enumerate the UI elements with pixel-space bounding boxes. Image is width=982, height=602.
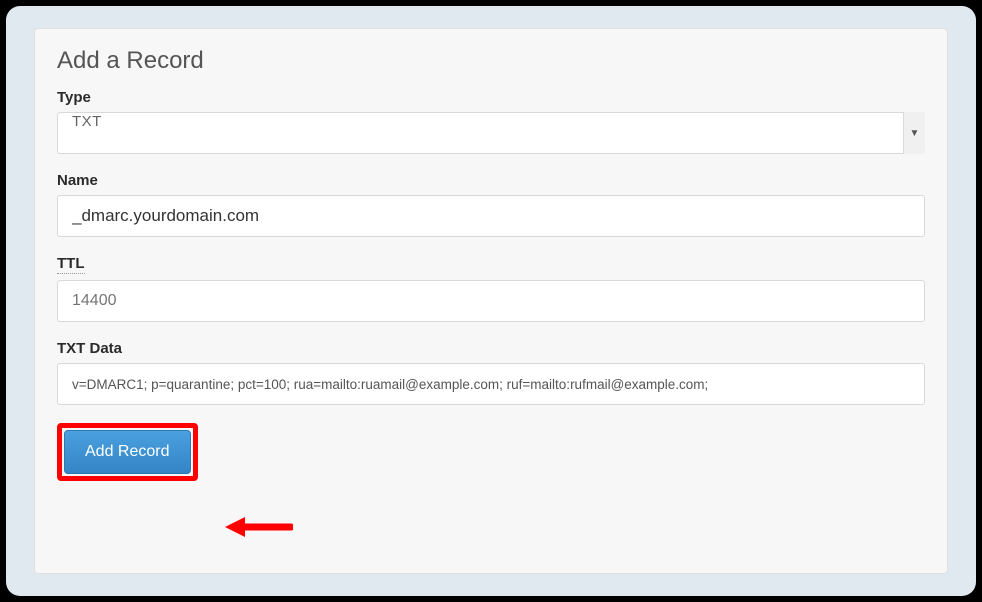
txtdata-input[interactable] [57, 363, 925, 405]
name-label: Name [57, 172, 925, 189]
arrow-icon [225, 515, 293, 539]
panel-title: Add a Record [57, 47, 925, 75]
txtdata-label: TXT Data [57, 340, 925, 357]
field-type: Type TXT ▼ [57, 89, 925, 154]
ttl-input[interactable] [57, 280, 925, 322]
name-input[interactable] [57, 195, 925, 237]
type-label: Type [57, 89, 925, 106]
add-record-button[interactable]: Add Record [64, 430, 191, 474]
type-select-value: TXT [57, 112, 925, 154]
page-background: Add a Record Type TXT ▼ Name TTL TXT Dat… [6, 6, 976, 596]
field-txtdata: TXT Data [57, 340, 925, 405]
ttl-label: TTL [57, 255, 925, 274]
type-select[interactable]: TXT ▼ [57, 112, 925, 154]
add-record-panel: Add a Record Type TXT ▼ Name TTL TXT Dat… [34, 28, 948, 574]
field-ttl: TTL [57, 255, 925, 322]
highlight-box: Add Record [57, 423, 198, 481]
field-name: Name [57, 172, 925, 237]
